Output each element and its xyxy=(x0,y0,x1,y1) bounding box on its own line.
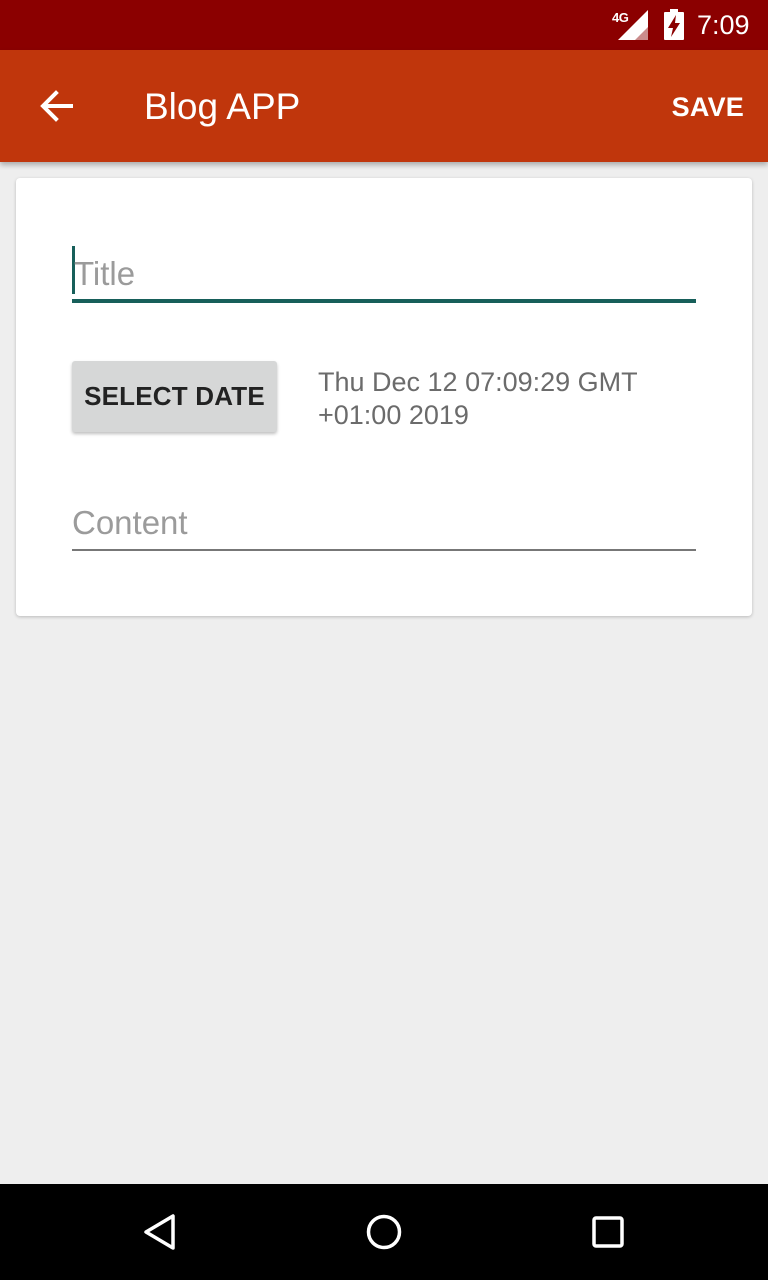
content-underline xyxy=(72,549,696,551)
title-placeholder: Title xyxy=(74,255,136,292)
signal-icon xyxy=(618,10,648,40)
nav-recents-button[interactable] xyxy=(584,1208,632,1256)
content-placeholder: Content xyxy=(72,504,188,541)
nav-home-button[interactable] xyxy=(360,1208,408,1256)
nav-back-button[interactable] xyxy=(136,1208,184,1256)
app-toolbar: Blog APP SAVE xyxy=(0,50,768,162)
post-form-card: Title SELECT DATE Thu Dec 12 07:09:29 GM… xyxy=(16,178,752,616)
back-button[interactable] xyxy=(28,78,84,134)
selected-date-text: Thu Dec 12 07:09:29 GMT +01:00 2019 xyxy=(318,367,638,430)
select-date-button[interactable]: SELECT DATE xyxy=(72,361,277,432)
battery-charging-icon xyxy=(664,9,684,40)
recents-square-icon xyxy=(592,1216,624,1248)
arrow-left-icon xyxy=(40,90,73,122)
status-time: 7:09 xyxy=(697,10,750,40)
status-bar: 4G 7:09 xyxy=(0,0,768,50)
app-title: Blog APP xyxy=(144,86,301,127)
title-underline xyxy=(72,299,696,303)
save-button[interactable]: SAVE xyxy=(672,84,744,130)
navigation-bar xyxy=(0,1184,768,1280)
back-triangle-icon xyxy=(144,1214,175,1250)
content-input[interactable]: Content xyxy=(72,503,696,553)
title-input[interactable]: Title xyxy=(72,246,696,304)
home-circle-icon xyxy=(366,1214,402,1250)
